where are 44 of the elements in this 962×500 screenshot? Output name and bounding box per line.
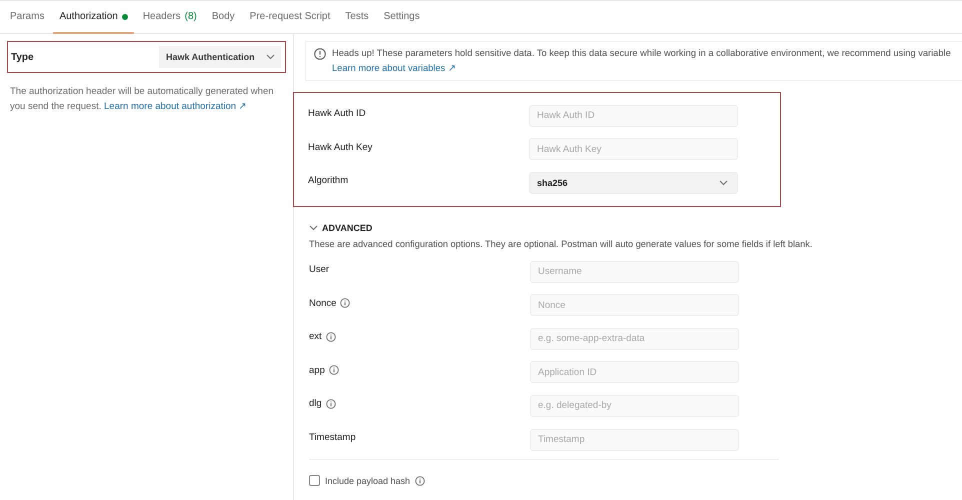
- algorithm-dropdown[interactable]: sha256: [529, 172, 738, 194]
- notice-text: Heads up! These parameters hold sensitive data. To keep this data secure while working in a collaborative environment, we recommend using variable: [332, 48, 951, 58]
- text-field[interactable]: Hawk Auth ID: [529, 104, 738, 127]
- type-label: Type: [11, 52, 34, 62]
- chevron-down-icon: [266, 54, 275, 60]
- text-field[interactable]: Nonce: [530, 294, 739, 316]
- field-label: Hawk Auth ID: [308, 108, 366, 120]
- info-icon: [328, 365, 339, 376]
- warning-icon: [314, 48, 326, 60]
- description-text: The authorization header will be automatically generated when you send the request. Learn more about authorization ↗: [10, 85, 275, 114]
- checkbox-label: Include payload hash: [325, 476, 410, 486]
- tab[interactable]: Settings: [378, 1, 426, 34]
- text-field[interactable]: Timestamp: [530, 428, 739, 451]
- info-icon: [340, 298, 350, 308]
- advanced-description: These are advanced configuration options. They are optional. Postman will auto generate values for some fields if left blank.: [309, 238, 814, 249]
- auth-type-dropdown[interactable]: Hawk Authentication: [159, 46, 281, 68]
- tab[interactable]: Body: [206, 1, 241, 34]
- tab[interactable]: Headers (8): [136, 1, 203, 34]
- field-label: dlg: [309, 398, 322, 410]
- tab[interactable]: Pre-request Script: [244, 1, 336, 34]
- chevron-down-icon: [309, 224, 318, 231]
- text-field[interactable]: Username: [530, 260, 739, 283]
- text-field[interactable]: Hawk Auth Key: [529, 138, 738, 160]
- learn-more-link[interactable]: Learn more about variables ↗: [332, 63, 456, 73]
- info-icon: [326, 332, 336, 342]
- field-label: Algorithm: [308, 175, 348, 186]
- text-field[interactable]: Application ID: [530, 361, 739, 384]
- field-label: Nonce: [309, 298, 336, 309]
- field-label: ext: [309, 331, 322, 342]
- text-field[interactable]: e.g. some-app-extra-data: [530, 328, 739, 350]
- info-icon: [326, 398, 336, 409]
- field-label: Timestamp: [309, 432, 356, 444]
- advanced-toggle[interactable]: ADVANCED: [309, 220, 962, 235]
- tab[interactable]: Params: [4, 1, 50, 34]
- checkbox[interactable]: [309, 475, 320, 486]
- info-icon: [415, 476, 426, 486]
- field-label: app: [309, 364, 325, 376]
- learn-more-link[interactable]: Learn more about authorization ↗: [104, 101, 247, 112]
- text-field[interactable]: e.g. delegated-by: [530, 394, 739, 417]
- tab[interactable]: Tests: [339, 1, 375, 34]
- field-label: User: [309, 264, 330, 276]
- tab[interactable]: Authorization: [53, 1, 134, 34]
- field-label: Hawk Auth Key: [308, 142, 372, 153]
- chevron-down-icon: [719, 180, 728, 186]
